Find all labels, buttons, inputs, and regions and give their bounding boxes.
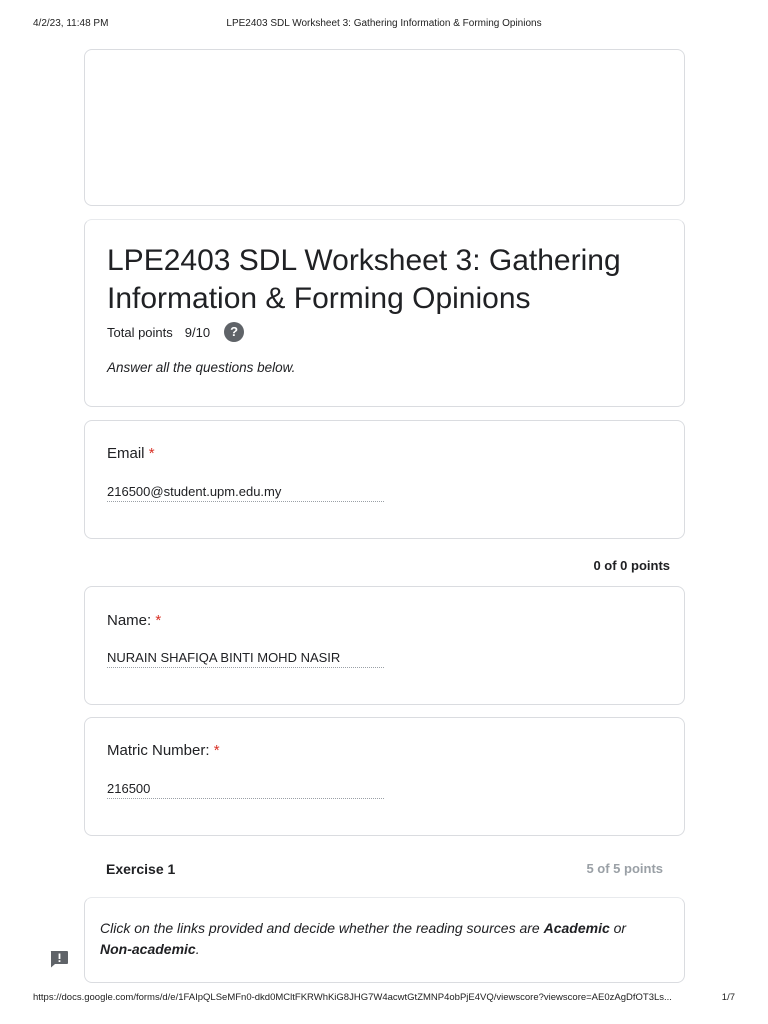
matric-label-text: Matric Number: <box>107 742 210 759</box>
total-points-value: 9/10 <box>184 324 211 340</box>
print-header: 4/2/23, 11:48 PM LPE2403 SDL Worksheet 3… <box>33 18 735 32</box>
form-title: LPE2403 SDL Worksheet 3: Gathering Infor… <box>107 244 621 315</box>
instruction-non-academic: Non-academic <box>100 941 196 957</box>
matric-answer: 216500 <box>107 781 384 799</box>
required-asterisk: * <box>148 445 155 462</box>
print-page-title: LPE2403 SDL Worksheet 3: Gathering Infor… <box>226 18 542 29</box>
form-title-card: LPE2403 SDL Worksheet 3: Gathering Infor… <box>84 219 685 407</box>
print-footer: https://docs.google.com/forms/d/e/1FAIpQ… <box>33 992 735 1006</box>
total-points-label: Total points <box>107 324 173 340</box>
required-asterisk: * <box>155 612 162 629</box>
exercise-section-header: Exercise 1 5 of 5 points <box>106 861 663 881</box>
name-question-label: Name: * <box>107 612 161 629</box>
instruction-academic: Academic <box>543 920 610 936</box>
email-label-text: Email <box>107 445 145 462</box>
name-answer: NURAIN SHAFIQA BINTI MOHD NASIR <box>107 650 384 668</box>
matric-question-card: Matric Number: * 216500 <box>84 717 685 836</box>
help-circle-icon[interactable]: ? <box>224 322 245 342</box>
instruction-text-2: or <box>609 920 627 936</box>
email-question-card: Email * 216500@student.upm.edu.my <box>84 420 685 539</box>
total-points-row: Total points 9/10 ? <box>107 322 245 342</box>
required-asterisk: * <box>213 742 220 759</box>
instruction-text-1: Click on the links provided and decide w… <box>100 920 544 936</box>
exercise-title: Exercise 1 <box>106 861 176 877</box>
exercise-points: 5 of 5 points <box>586 861 663 876</box>
exercise-instruction-card: Click on the links provided and decide w… <box>84 897 685 983</box>
matric-question-label: Matric Number: * <box>107 742 220 759</box>
name-question-card: Name: * NURAIN SHAFIQA BINTI MOHD NASIR <box>84 586 685 705</box>
print-url: https://docs.google.com/forms/d/e/1FAIpQ… <box>33 992 672 1003</box>
instruction-text-3: . <box>195 941 200 957</box>
form-description: Answer all the questions below. <box>107 360 296 375</box>
section-points: 0 of 0 points <box>593 558 670 573</box>
exercise-instruction: Click on the links provided and decide w… <box>100 918 660 960</box>
email-question-label: Email * <box>107 445 155 462</box>
email-answer: 216500@student.upm.edu.my <box>107 484 384 502</box>
header-banner <box>84 49 685 206</box>
print-page-number: 1/7 <box>721 992 735 1003</box>
name-label-text: Name: <box>107 612 152 629</box>
feedback-icon[interactable] <box>49 950 69 968</box>
